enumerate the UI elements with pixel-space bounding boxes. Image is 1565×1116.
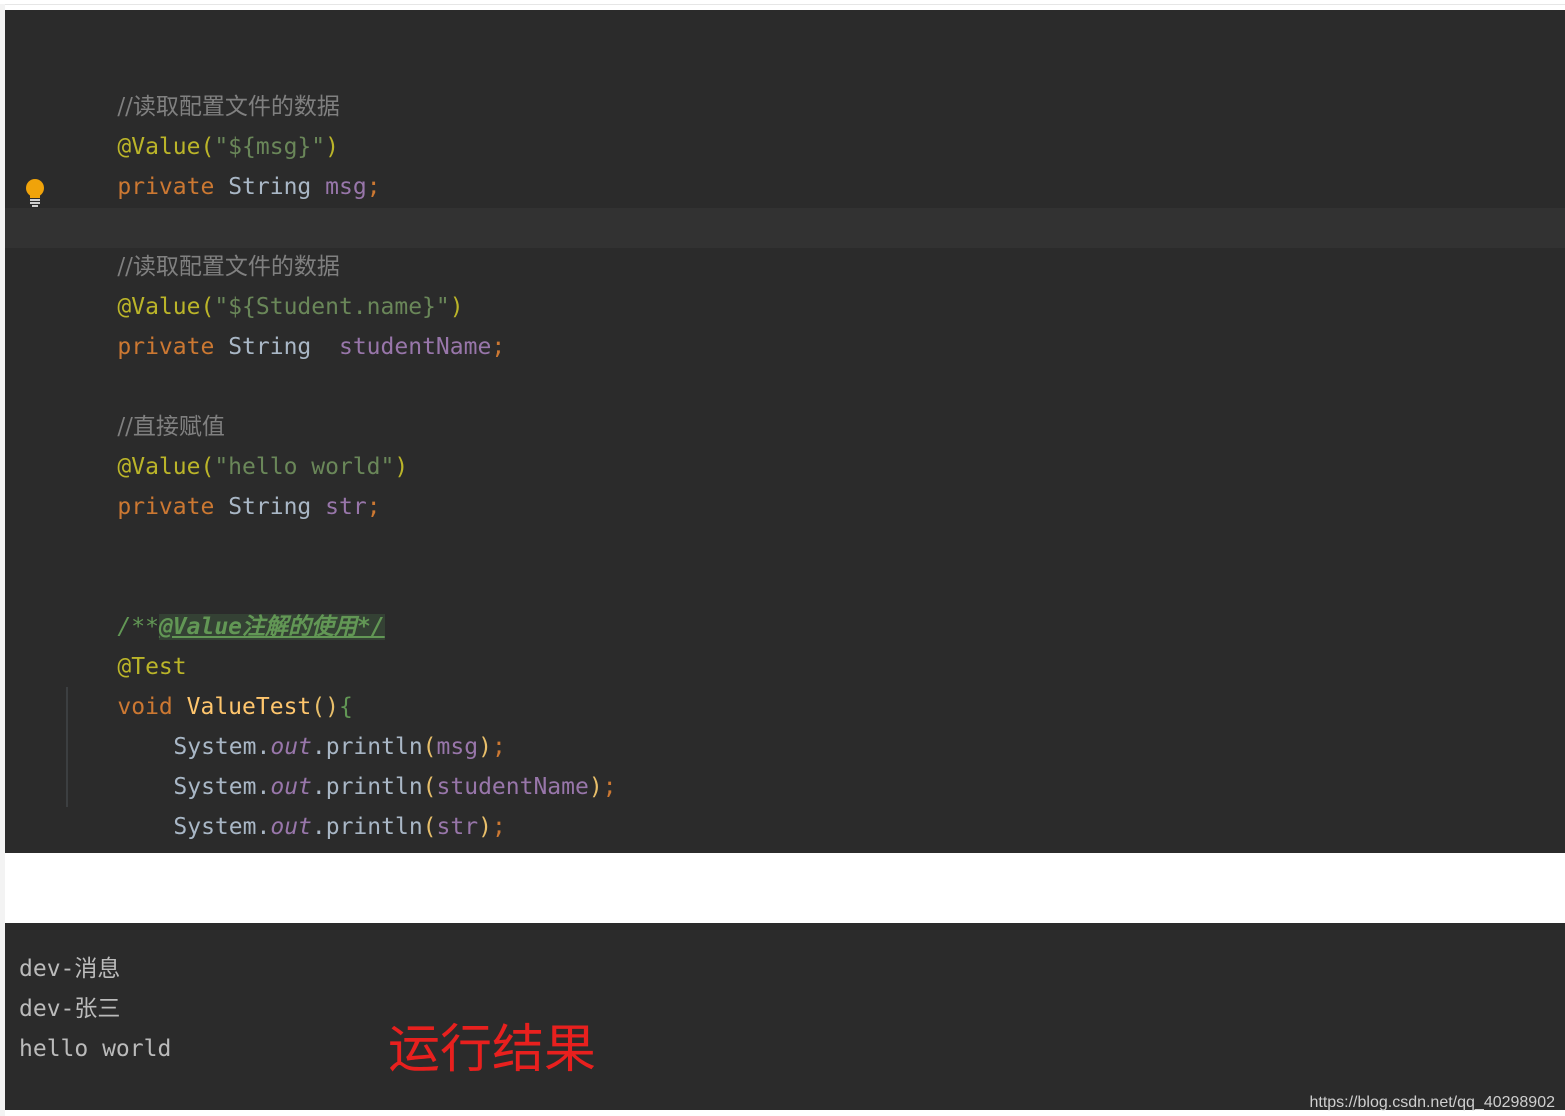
field-name: studentName	[338, 334, 492, 360]
code-line-comment: //直接赋值	[62, 367, 225, 440]
method-call: .println	[311, 814, 423, 840]
keyword: private	[117, 174, 215, 200]
semicolon: ;	[491, 334, 506, 360]
static-field: out	[270, 814, 312, 840]
code-line-println: System.out.println(studentName);	[118, 727, 616, 800]
keyword: private	[117, 494, 215, 520]
code-editor[interactable]: //读取配置文件的数据 @Value("${msg}") private Str…	[5, 10, 1565, 853]
code-line-comment: //读取配置文件的数据	[62, 47, 340, 120]
field-name: str	[325, 494, 367, 520]
code-line-close-brace: }	[62, 807, 131, 847]
indent-guide	[66, 687, 68, 807]
code-line-doc-comment: /**@Value注解的使用*/	[62, 567, 385, 640]
close-paren: )	[588, 774, 603, 800]
semicolon: ;	[366, 494, 381, 520]
semicolon: ;	[491, 814, 506, 840]
code-line-field: private String str;	[62, 447, 380, 520]
console-line: dev-消息	[19, 956, 121, 982]
keyword: private	[117, 334, 215, 360]
class-name: System	[173, 814, 257, 840]
open-paren: (	[422, 814, 437, 840]
doc-comment-text: @Value注解的使用*/	[158, 614, 385, 640]
code-line-field: private String msg;	[62, 127, 380, 200]
code-line-field: private String studentName;	[62, 287, 505, 360]
code-line-method-signature: void ValueTest(){	[62, 647, 352, 720]
type: String	[228, 494, 312, 520]
code-line-annotation: @Value("${msg}")	[62, 87, 339, 160]
code-line-comment: //读取配置文件的数据	[62, 207, 340, 280]
console-output[interactable]: dev-消息 dev-张三 hello world 运行结果	[5, 923, 1565, 1110]
console-line: hello world	[19, 1036, 172, 1062]
code-line-println: System.out.println(str);	[118, 767, 505, 840]
top-border	[0, 4, 1565, 5]
type: String	[228, 174, 312, 200]
code-line-annotation: @Test	[62, 607, 186, 680]
close-paren: )	[478, 814, 492, 840]
dot: .	[256, 814, 271, 840]
field-name: msg	[325, 174, 367, 200]
code-line-annotation: @Value("${Student.name}")	[62, 247, 463, 320]
run-result-caption: 运行结果	[388, 1020, 597, 1080]
annotation-close: )	[394, 454, 409, 480]
console-line: dev-张三	[19, 996, 121, 1022]
lightbulb-icon[interactable]	[23, 178, 47, 208]
argument: str	[436, 814, 479, 840]
code-line-println: System.out.println(msg);	[118, 687, 505, 760]
code-line-annotation: @Value("hello world")	[62, 407, 408, 480]
type: String	[228, 334, 312, 360]
watermark: https://blog.csdn.net/qq_40298902	[1309, 1094, 1555, 1111]
semicolon: ;	[366, 174, 381, 200]
semicolon: ;	[602, 774, 617, 800]
